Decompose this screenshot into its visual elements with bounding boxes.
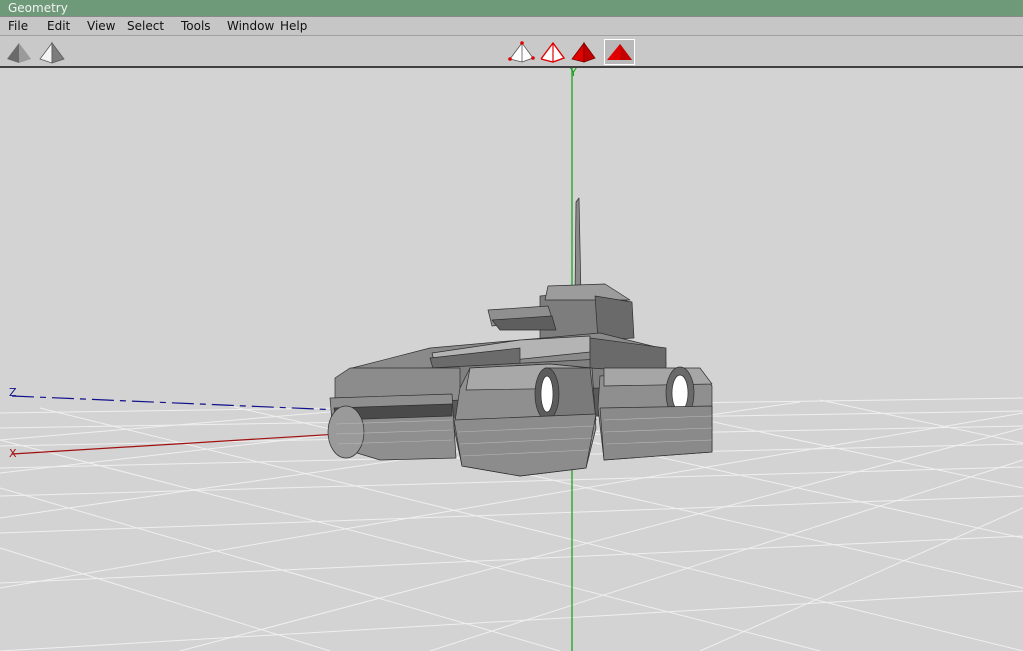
- shaded-pyramid-icon[interactable]: [5, 40, 33, 64]
- menu-view[interactable]: View: [85, 18, 117, 34]
- menu-select[interactable]: Select: [125, 18, 166, 34]
- window-title: Geometry: [0, 0, 1023, 16]
- object-select-icon[interactable]: [604, 39, 635, 65]
- axis-label-z: Z: [9, 386, 17, 399]
- 3d-viewport[interactable]: Y Z X: [0, 68, 1023, 651]
- lit-pyramid-icon[interactable]: [38, 40, 66, 64]
- vertex-select-icon[interactable]: [507, 40, 535, 64]
- axis-label-y: Y: [569, 68, 577, 79]
- menu-bar: File Edit View Select Tools Window Help: [0, 16, 1023, 36]
- z-axis-line: [11, 395, 341, 411]
- tank-model: [327, 197, 713, 477]
- axis-label-x: X: [9, 447, 17, 460]
- menu-edit[interactable]: Edit: [45, 18, 72, 34]
- menu-file[interactable]: File: [6, 18, 30, 34]
- face-select-icon[interactable]: [569, 40, 597, 64]
- menu-help[interactable]: Help: [278, 18, 309, 34]
- toolbar: [0, 36, 1023, 68]
- menu-tools[interactable]: Tools: [179, 18, 213, 34]
- edge-select-icon[interactable]: [538, 40, 566, 64]
- menu-window[interactable]: Window: [225, 18, 276, 34]
